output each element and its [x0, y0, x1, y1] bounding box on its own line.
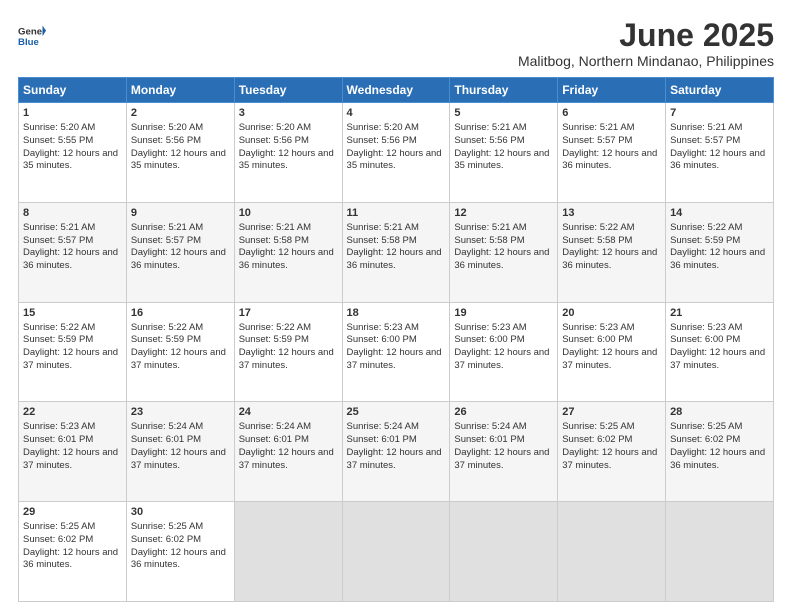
svg-text:General: General	[18, 26, 46, 37]
table-cell: 10Sunrise: 5:21 AMSunset: 5:58 PMDayligh…	[234, 202, 342, 302]
table-cell: 17Sunrise: 5:22 AMSunset: 5:59 PMDayligh…	[234, 302, 342, 402]
table-cell: 9Sunrise: 5:21 AMSunset: 5:57 PMDaylight…	[126, 202, 234, 302]
col-friday: Friday	[558, 78, 666, 103]
table-cell: 23Sunrise: 5:24 AMSunset: 6:01 PMDayligh…	[126, 402, 234, 502]
table-cell: 2Sunrise: 5:20 AMSunset: 5:56 PMDaylight…	[126, 103, 234, 203]
logo: General Blue	[18, 22, 46, 50]
table-cell: 13Sunrise: 5:22 AMSunset: 5:58 PMDayligh…	[558, 202, 666, 302]
col-thursday: Thursday	[450, 78, 558, 103]
table-cell	[234, 502, 342, 602]
logo-icon: General Blue	[18, 22, 46, 50]
table-cell: 11Sunrise: 5:21 AMSunset: 5:58 PMDayligh…	[342, 202, 450, 302]
table-cell: 19Sunrise: 5:23 AMSunset: 6:00 PMDayligh…	[450, 302, 558, 402]
table-cell: 16Sunrise: 5:22 AMSunset: 5:59 PMDayligh…	[126, 302, 234, 402]
table-cell	[450, 502, 558, 602]
table-cell: 30Sunrise: 5:25 AMSunset: 6:02 PMDayligh…	[126, 502, 234, 602]
table-cell: 21Sunrise: 5:23 AMSunset: 6:00 PMDayligh…	[666, 302, 774, 402]
table-cell: 6Sunrise: 5:21 AMSunset: 5:57 PMDaylight…	[558, 103, 666, 203]
subtitle: Malitbog, Northern Mindanao, Philippines	[46, 53, 774, 69]
col-saturday: Saturday	[666, 78, 774, 103]
col-wednesday: Wednesday	[342, 78, 450, 103]
table-cell	[342, 502, 450, 602]
table-cell: 15Sunrise: 5:22 AMSunset: 5:59 PMDayligh…	[19, 302, 127, 402]
table-cell: 8Sunrise: 5:21 AMSunset: 5:57 PMDaylight…	[19, 202, 127, 302]
table-cell: 25Sunrise: 5:24 AMSunset: 6:01 PMDayligh…	[342, 402, 450, 502]
table-cell: 24Sunrise: 5:24 AMSunset: 6:01 PMDayligh…	[234, 402, 342, 502]
svg-text:Blue: Blue	[18, 37, 39, 48]
col-tuesday: Tuesday	[234, 78, 342, 103]
calendar-header-row: Sunday Monday Tuesday Wednesday Thursday…	[19, 78, 774, 103]
calendar-table: Sunday Monday Tuesday Wednesday Thursday…	[18, 77, 774, 602]
table-cell: 29Sunrise: 5:25 AMSunset: 6:02 PMDayligh…	[19, 502, 127, 602]
col-sunday: Sunday	[19, 78, 127, 103]
table-cell: 3Sunrise: 5:20 AMSunset: 5:56 PMDaylight…	[234, 103, 342, 203]
table-cell: 7Sunrise: 5:21 AMSunset: 5:57 PMDaylight…	[666, 103, 774, 203]
table-cell: 28Sunrise: 5:25 AMSunset: 6:02 PMDayligh…	[666, 402, 774, 502]
table-cell: 5Sunrise: 5:21 AMSunset: 5:56 PMDaylight…	[450, 103, 558, 203]
table-cell: 20Sunrise: 5:23 AMSunset: 6:00 PMDayligh…	[558, 302, 666, 402]
table-cell: 18Sunrise: 5:23 AMSunset: 6:00 PMDayligh…	[342, 302, 450, 402]
table-cell: 12Sunrise: 5:21 AMSunset: 5:58 PMDayligh…	[450, 202, 558, 302]
header: General Blue June 2025 Malitbog, Norther…	[18, 18, 774, 69]
col-monday: Monday	[126, 78, 234, 103]
table-cell: 26Sunrise: 5:24 AMSunset: 6:01 PMDayligh…	[450, 402, 558, 502]
table-cell: 22Sunrise: 5:23 AMSunset: 6:01 PMDayligh…	[19, 402, 127, 502]
main-title: June 2025	[46, 18, 774, 53]
table-cell	[558, 502, 666, 602]
page: General Blue June 2025 Malitbog, Norther…	[0, 0, 792, 612]
table-cell	[666, 502, 774, 602]
table-cell: 14Sunrise: 5:22 AMSunset: 5:59 PMDayligh…	[666, 202, 774, 302]
table-cell: 1Sunrise: 5:20 AMSunset: 5:55 PMDaylight…	[19, 103, 127, 203]
table-cell: 27Sunrise: 5:25 AMSunset: 6:02 PMDayligh…	[558, 402, 666, 502]
table-cell: 4Sunrise: 5:20 AMSunset: 5:56 PMDaylight…	[342, 103, 450, 203]
title-block: June 2025 Malitbog, Northern Mindanao, P…	[46, 18, 774, 69]
